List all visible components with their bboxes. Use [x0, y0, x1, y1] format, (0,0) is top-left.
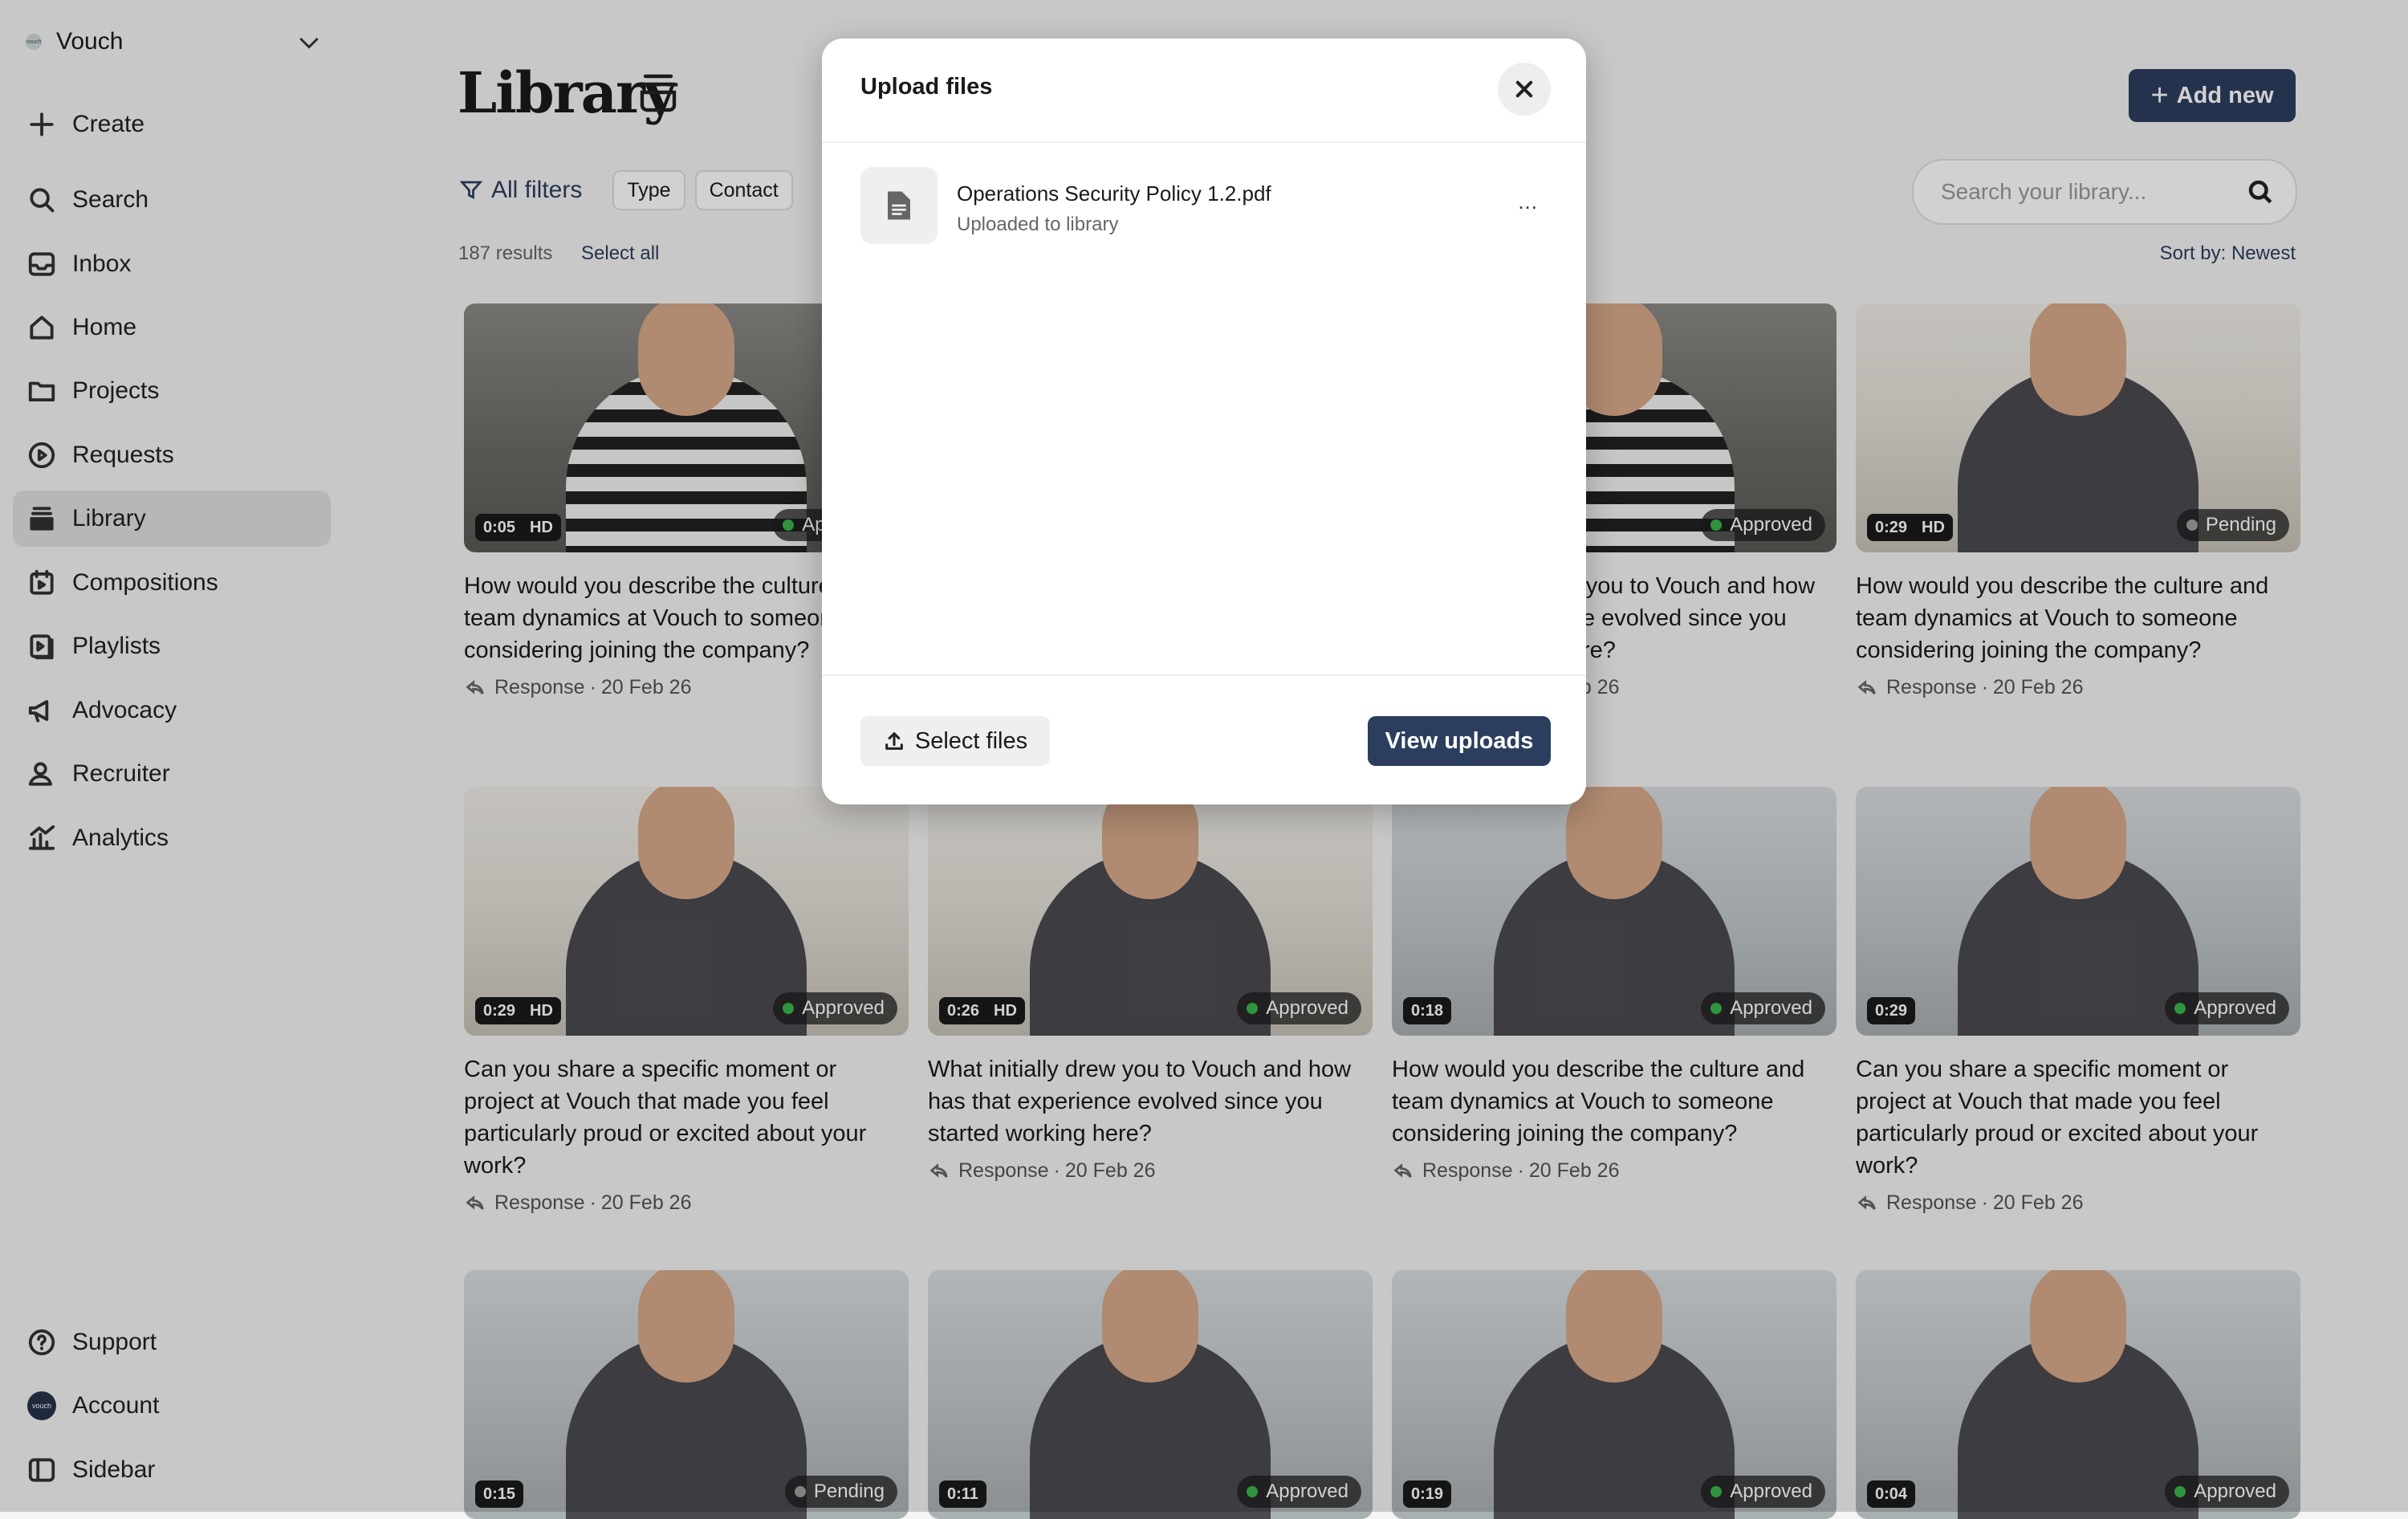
close-icon [1515, 80, 1533, 98]
upload-files-modal: Upload files Operations Security Policy … [822, 39, 1586, 804]
close-button[interactable] [1498, 63, 1551, 116]
upload-file-row: Operations Security Policy 1.2.pdf Uploa… [860, 167, 1551, 246]
file-status: Uploaded to library [957, 214, 1119, 235]
file-name: Operations Security Policy 1.2.pdf [957, 181, 1271, 206]
more-options-button[interactable]: ... [1518, 189, 1538, 214]
select-files-button[interactable]: Select files [860, 716, 1050, 766]
modal-title: Upload files [860, 74, 993, 100]
file-document-icon [860, 167, 938, 244]
divider [822, 141, 1586, 143]
select-files-label: Select files [914, 727, 1028, 754]
upload-icon [885, 732, 903, 750]
divider [822, 674, 1586, 676]
view-uploads-button[interactable]: View uploads [1368, 716, 1551, 766]
